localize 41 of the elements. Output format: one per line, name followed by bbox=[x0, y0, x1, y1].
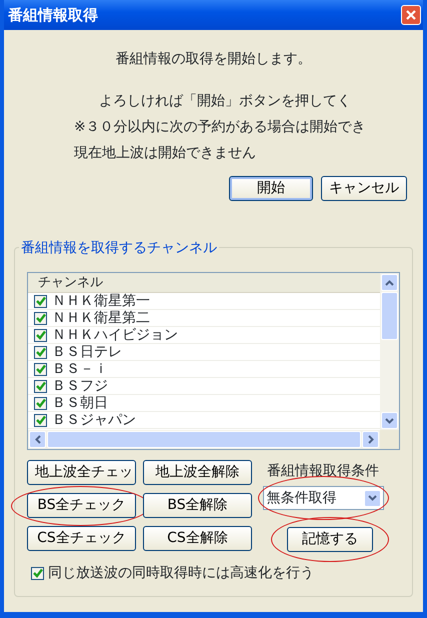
checkbox[interactable] bbox=[34, 346, 47, 358]
checkbox[interactable] bbox=[34, 362, 47, 376]
scrollbar-corner bbox=[380, 430, 399, 449]
channel-name: ＢＳフジ bbox=[52, 378, 108, 394]
select-button[interactable]: CS全解除 bbox=[143, 526, 252, 551]
column-header: チャンネル bbox=[28, 273, 380, 293]
checkbox[interactable] bbox=[34, 312, 47, 324]
checkbox[interactable] bbox=[34, 380, 47, 392]
channel-name: ＢＳ朝日 bbox=[52, 395, 108, 411]
checkbox[interactable] bbox=[34, 294, 47, 308]
message-text: よろしければ「開始」ボタンを押してく bbox=[98, 92, 352, 111]
close-icon bbox=[405, 9, 417, 21]
condition-dropdown[interactable]: 無条件取得 bbox=[262, 486, 384, 510]
checkbox[interactable] bbox=[34, 328, 47, 342]
channel-name: ＮＨＫ衛星第二 bbox=[52, 310, 150, 326]
checkmark-icon bbox=[32, 568, 42, 578]
message-text: 現在地上波は開始できません bbox=[73, 144, 257, 163]
message-text: 番組情報の取得を開始します。 bbox=[114, 50, 312, 69]
checkbox[interactable] bbox=[34, 396, 47, 410]
select-button[interactable]: CS全チェック bbox=[27, 526, 136, 551]
window-title: 番組情報取得 bbox=[8, 4, 98, 26]
channel-name: ＮＨＫ衛星第一 bbox=[52, 293, 150, 309]
select-button[interactable]: BS全解除 bbox=[143, 493, 252, 518]
horizontal-scrollbar[interactable] bbox=[28, 430, 380, 449]
checkbox[interactable] bbox=[34, 414, 47, 426]
cancel-button[interactable]: キャンセル bbox=[321, 176, 407, 201]
close-button[interactable] bbox=[401, 5, 421, 25]
start-button[interactable]: 開始 bbox=[229, 176, 313, 201]
channel-name: ＢＳ－ｉ bbox=[52, 361, 108, 377]
checkbox-label: 同じ放送波の同時取得時には高速化を行う bbox=[48, 564, 314, 582]
save-button[interactable]: 記憶する bbox=[287, 527, 373, 552]
condition-label: 番組情報取得条件 bbox=[267, 462, 379, 480]
select-button[interactable]: BS全チェック bbox=[27, 493, 136, 518]
channel-name: ＢＳ日テレ bbox=[52, 344, 122, 360]
select-button[interactable]: 地上波全解除 bbox=[143, 460, 252, 485]
select-button[interactable]: 地上波全チェッ bbox=[27, 460, 136, 485]
channel-name: ＢＳジャパン bbox=[52, 412, 136, 428]
message-text: ※３０分以内に次の予約がある場合は開始でき bbox=[73, 118, 367, 137]
channel-name: ＮＨＫハイビジョン bbox=[52, 327, 178, 343]
vertical-scrollbar[interactable] bbox=[380, 273, 399, 430]
checkbox[interactable] bbox=[31, 566, 44, 580]
